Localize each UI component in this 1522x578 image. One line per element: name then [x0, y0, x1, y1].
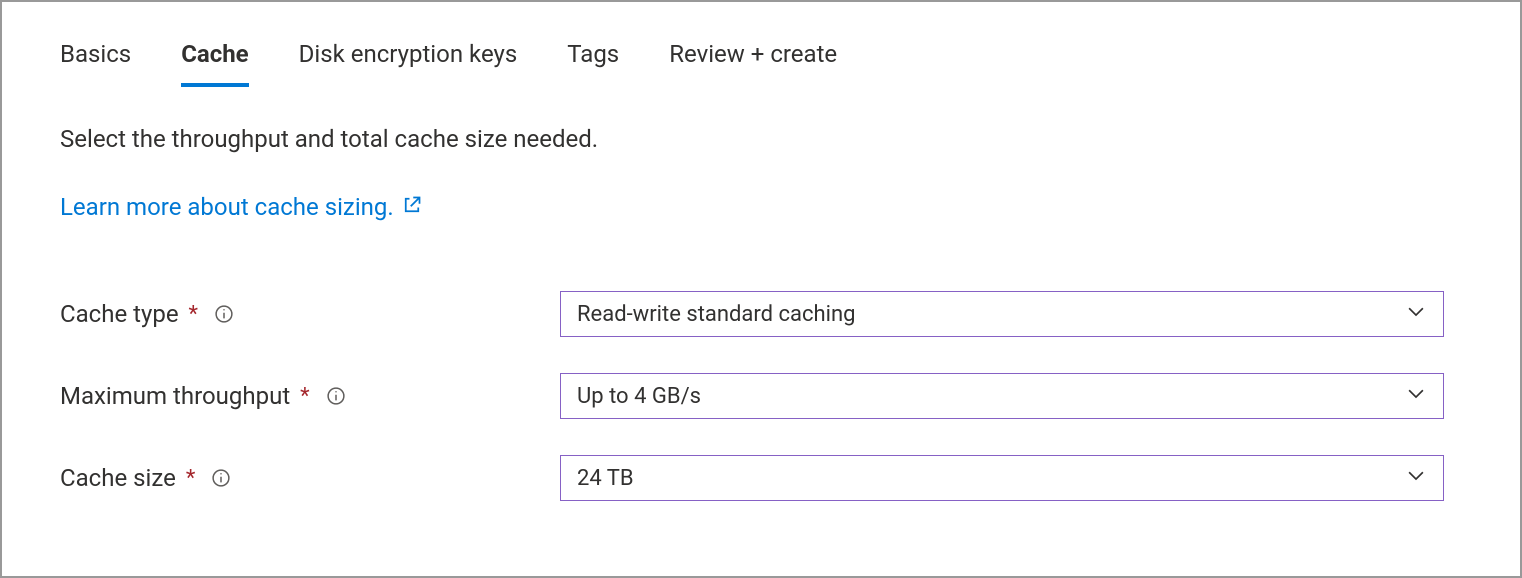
chevron-down-icon	[1405, 300, 1427, 328]
info-icon[interactable]	[214, 304, 234, 324]
tab-bar: Basics Cache Disk encryption keys Tags R…	[60, 34, 1462, 87]
tab-cache[interactable]: Cache	[181, 34, 248, 87]
label-max-throughput: Maximum throughput *	[60, 382, 560, 410]
tab-disk-encryption-keys[interactable]: Disk encryption keys	[299, 34, 518, 87]
label-cache-size: Cache size *	[60, 464, 560, 492]
row-cache-size: Cache size * 24 TB	[60, 455, 1462, 501]
select-max-throughput-value: Up to 4 GB/s	[577, 384, 701, 409]
label-cache-size-text: Cache size	[60, 464, 176, 492]
row-cache-type: Cache type * Read-write standard caching	[60, 291, 1462, 337]
tab-tags[interactable]: Tags	[567, 34, 619, 87]
learn-more-link[interactable]: Learn more about cache sizing.	[60, 193, 422, 221]
select-cache-size-value: 24 TB	[577, 466, 634, 491]
tab-review-create[interactable]: Review + create	[669, 34, 837, 87]
info-icon[interactable]	[326, 386, 346, 406]
tab-basics[interactable]: Basics	[60, 34, 131, 87]
required-marker: *	[186, 466, 195, 491]
select-cache-size[interactable]: 24 TB	[560, 455, 1444, 501]
external-link-icon	[402, 193, 422, 221]
cache-config-panel: Basics Cache Disk encryption keys Tags R…	[0, 0, 1522, 578]
label-cache-type-text: Cache type	[60, 300, 179, 328]
select-cache-type-value: Read-write standard caching	[577, 302, 855, 327]
row-max-throughput: Maximum throughput * Up to 4 GB/s	[60, 373, 1462, 419]
select-cache-type[interactable]: Read-write standard caching	[560, 291, 1444, 337]
section-description: Select the throughput and total cache si…	[60, 123, 1462, 155]
required-marker: *	[300, 384, 309, 409]
label-cache-type: Cache type *	[60, 300, 560, 328]
learn-more-text: Learn more about cache sizing.	[60, 193, 394, 221]
required-marker: *	[189, 302, 198, 327]
select-max-throughput[interactable]: Up to 4 GB/s	[560, 373, 1444, 419]
chevron-down-icon	[1405, 382, 1427, 410]
info-icon[interactable]	[211, 468, 231, 488]
label-max-throughput-text: Maximum throughput	[60, 382, 290, 410]
chevron-down-icon	[1405, 464, 1427, 492]
